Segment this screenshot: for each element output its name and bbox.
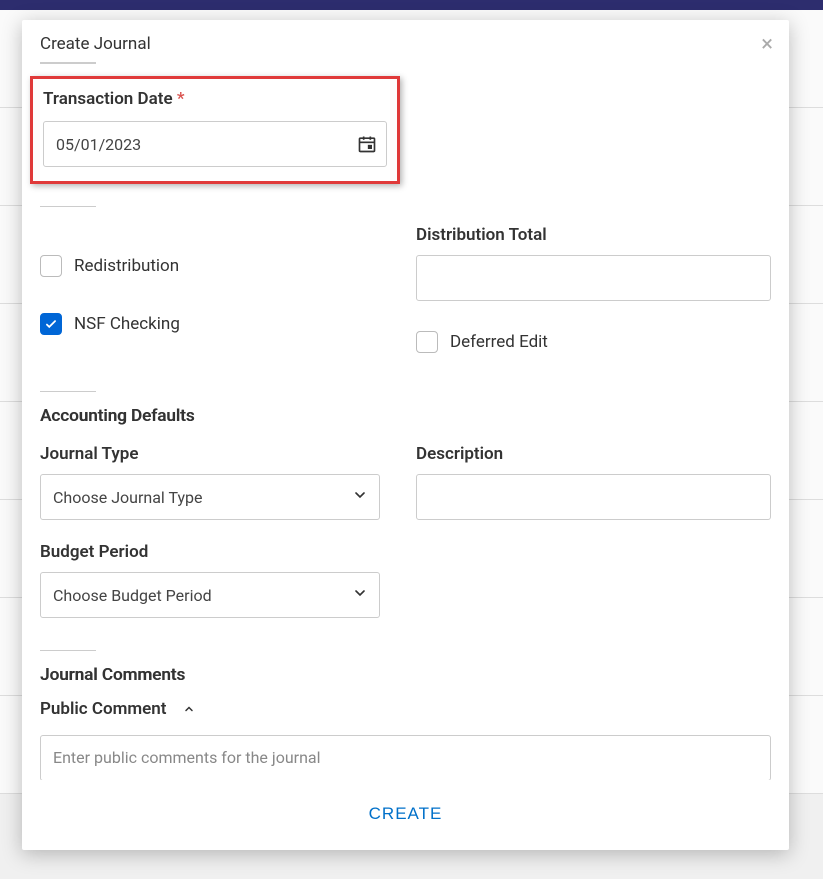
- section-divider: [40, 650, 96, 651]
- transaction-date-label: Transaction Date *: [43, 89, 387, 109]
- distribution-total-input[interactable]: [416, 255, 771, 301]
- redistribution-label: Redistribution: [74, 256, 179, 276]
- section-divider: [40, 206, 96, 207]
- nsf-checking-checkbox[interactable]: [40, 313, 62, 335]
- journal-type-select[interactable]: Choose Journal Type: [40, 474, 380, 520]
- modal-header: Create Journal ×: [22, 20, 789, 64]
- close-icon[interactable]: ×: [761, 34, 773, 56]
- modal-footer: CREATE: [22, 780, 789, 850]
- description-input[interactable]: [416, 474, 771, 520]
- transaction-date-input[interactable]: [43, 121, 387, 167]
- calendar-icon[interactable]: [357, 134, 377, 154]
- journal-comments-heading: Journal Comments: [40, 665, 771, 685]
- distribution-total-label: Distribution Total: [416, 225, 771, 245]
- deferred-edit-checkbox[interactable]: [416, 331, 438, 353]
- required-star: *: [177, 89, 185, 109]
- app-top-bar: [0, 0, 823, 10]
- chevron-up-icon[interactable]: [181, 700, 197, 719]
- modal-body[interactable]: Transaction Date *: [22, 64, 789, 780]
- description-label: Description: [416, 444, 771, 464]
- redistribution-checkbox[interactable]: [40, 255, 62, 277]
- journal-type-label: Journal Type: [40, 444, 380, 464]
- public-comment-label: Public Comment: [40, 699, 167, 719]
- modal-title: Create Journal: [40, 34, 771, 54]
- public-comment-textarea[interactable]: [40, 735, 771, 780]
- create-journal-modal: Create Journal × Transaction Date *: [22, 20, 789, 850]
- budget-period-label: Budget Period: [40, 542, 380, 562]
- transaction-date-highlight: Transaction Date *: [30, 76, 400, 184]
- accounting-defaults-heading: Accounting Defaults: [40, 406, 771, 426]
- budget-period-select[interactable]: Choose Budget Period: [40, 572, 380, 618]
- create-button[interactable]: CREATE: [349, 796, 463, 832]
- section-divider: [40, 391, 96, 392]
- nsf-checking-label: NSF Checking: [74, 314, 180, 334]
- deferred-edit-label: Deferred Edit: [450, 332, 548, 352]
